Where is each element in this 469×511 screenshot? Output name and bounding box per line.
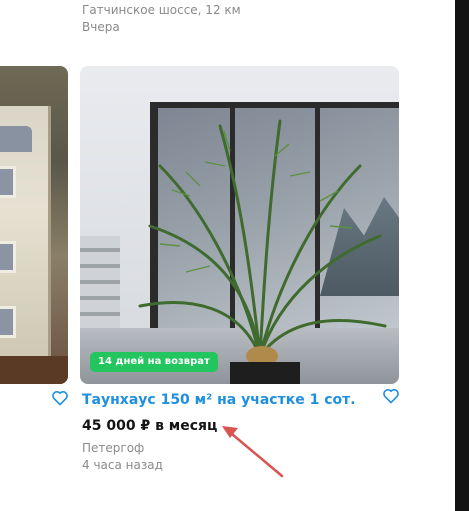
arrow-annotation [222, 426, 284, 478]
